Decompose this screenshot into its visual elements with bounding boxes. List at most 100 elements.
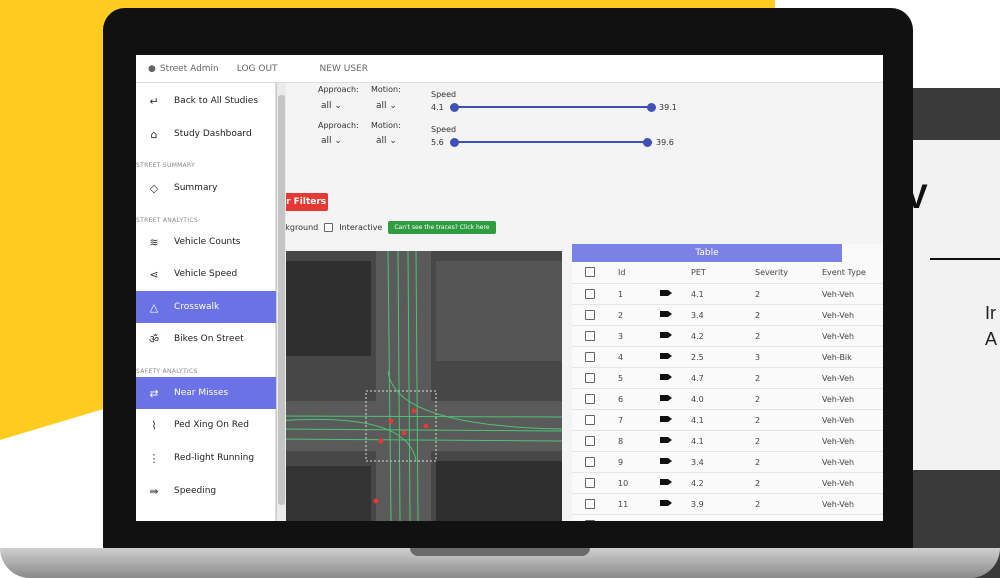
sidebar-item-near-misses[interactable]: ⇄ Near Misses: [136, 377, 276, 409]
video-camera-icon[interactable]: [660, 332, 672, 338]
table-row[interactable]: 6 4.0 2 Veh-Veh: [572, 389, 883, 410]
building-block: [436, 461, 562, 521]
interactive-checkbox[interactable]: [324, 223, 334, 232]
sidebar-item-label: Crosswalk: [174, 302, 220, 312]
sidebar-item-label: Speeding: [174, 486, 217, 496]
table-row[interactable]: 3 4.2 2 Veh-Veh: [572, 326, 883, 347]
table-row[interactable]: 10 4.2 2 Veh-Veh: [572, 473, 883, 494]
sidebar-item-speeding[interactable]: ⇛ Speeding: [136, 475, 276, 507]
motion-select[interactable]: all ⌄: [376, 101, 397, 111]
cell-id: 4: [618, 353, 624, 362]
header-severity: Severity: [755, 268, 789, 277]
cell-event: Veh-Veh: [822, 500, 855, 509]
show-traces-button[interactable]: Can't see the traces? Click here: [388, 221, 496, 234]
video-camera-icon[interactable]: [660, 458, 672, 464]
pulse-icon: ⌇: [151, 418, 157, 432]
speed-min: 5.6: [431, 138, 444, 147]
speed-max: 39.1: [659, 103, 677, 112]
cell-id: 6: [618, 395, 624, 404]
cell-severity: 2: [755, 395, 761, 404]
sidebar-item-label: Ped Xing On Red: [174, 420, 249, 430]
video-camera-icon[interactable]: [660, 479, 672, 485]
row-checkbox[interactable]: [585, 415, 595, 425]
row-checkbox[interactable]: [585, 520, 595, 521]
sidebar-scrollbar[interactable]: [276, 83, 286, 521]
sidebar-item-back[interactable]: ↵ Back to All Studies: [136, 85, 276, 117]
motion-select[interactable]: all ⌄: [376, 136, 397, 146]
speed-label: Speed: [431, 90, 457, 99]
east-west-road: [276, 401, 562, 451]
video-camera-icon[interactable]: [660, 353, 672, 359]
video-camera-icon[interactable]: [660, 500, 672, 506]
row-checkbox[interactable]: [585, 394, 595, 404]
new-user-link[interactable]: NEW USER: [320, 64, 368, 74]
cell-pet: 2.5: [691, 353, 704, 362]
speed-slider-max-handle[interactable]: [643, 137, 652, 147]
table-row[interactable]: 9 3.4 2 Veh-Veh: [572, 452, 883, 473]
side-text-panel: V Ir A: [905, 140, 1000, 470]
display-options: ackground Interactive Can't see the trac…: [276, 221, 496, 234]
bike-icon: ॐ: [148, 332, 160, 346]
side-panel-body-line-2: A: [985, 329, 998, 349]
cell-event: Veh-Veh: [822, 311, 855, 320]
speed-slider-max-handle[interactable]: [647, 102, 656, 112]
video-camera-icon[interactable]: [660, 290, 672, 296]
scrollbar-thumb[interactable]: [278, 95, 285, 505]
table-row[interactable]: 7 4.1 2 Veh-Veh: [572, 410, 883, 431]
sidebar-item-dashboard[interactable]: ⌂ Study Dashboard: [136, 118, 276, 150]
table-row[interactable]: 8 4.1 2 Veh-Veh: [572, 431, 883, 452]
section-safety-analytics: SAFETY ANALYTICS: [136, 368, 198, 375]
speed-slider[interactable]: [452, 141, 648, 143]
conflict-point: [411, 408, 417, 414]
user-menu[interactable]: ● Street Admin: [148, 64, 219, 74]
speed-slider-min-handle[interactable]: [450, 137, 459, 147]
table-row[interactable]: 4 2.5 3 Veh-Bik: [572, 347, 883, 368]
row-checkbox[interactable]: [585, 310, 595, 320]
cell-pet: 3.4: [691, 311, 704, 320]
video-camera-icon[interactable]: [660, 311, 672, 317]
row-checkbox[interactable]: [585, 436, 595, 446]
row-checkbox[interactable]: [585, 289, 595, 299]
side-panel-body: Ir A: [985, 300, 997, 352]
row-checkbox[interactable]: [585, 499, 595, 509]
layers-icon: ≋: [149, 235, 159, 249]
approach-select[interactable]: all ⌄: [321, 136, 342, 146]
building-block: [276, 466, 371, 521]
row-checkbox[interactable]: [585, 352, 595, 362]
approach-select[interactable]: all ⌄: [321, 101, 342, 111]
car-icon: ⇄: [149, 386, 159, 400]
sidebar-item-label: Vehicle Speed: [174, 269, 238, 279]
speed-slider[interactable]: [452, 106, 652, 108]
sidebar-item-redlight[interactable]: ⋮ Red-light Running: [136, 442, 276, 474]
sidebar-item-crosswalk[interactable]: △ Crosswalk: [136, 291, 276, 323]
video-camera-icon[interactable]: [660, 374, 672, 380]
table-row[interactable]: 124.42Veh-Veh: [572, 515, 883, 521]
video-camera-icon[interactable]: [660, 395, 672, 401]
row-checkbox[interactable]: [585, 457, 595, 467]
row-checkbox[interactable]: [585, 373, 595, 383]
table-row[interactable]: 2 3.4 2 Veh-Veh: [572, 305, 883, 326]
cell-id: 5: [618, 374, 624, 383]
speed-slider-min-handle[interactable]: [450, 102, 459, 112]
sidebar-item-vehicle-counts[interactable]: ≋ Vehicle Counts: [136, 226, 276, 258]
sidebar-item-bikes[interactable]: ॐ Bikes On Street: [136, 323, 276, 355]
video-camera-icon[interactable]: [660, 437, 672, 443]
video-camera-icon[interactable]: [660, 416, 672, 422]
select-all-checkbox[interactable]: [585, 267, 595, 277]
person-icon: ●: [148, 63, 156, 74]
table-row[interactable]: 1 4.1 2 Veh-Veh: [572, 284, 883, 305]
intersection-map[interactable]: [276, 251, 562, 521]
table-row[interactable]: 5 4.7 2 Veh-Veh: [572, 368, 883, 389]
logout-link[interactable]: LOG OUT: [237, 64, 278, 74]
sidebar-item-summary[interactable]: ◇ Summary: [136, 172, 276, 204]
sidebar-item-vehicle-speed[interactable]: ⋖ Vehicle Speed: [136, 258, 276, 290]
cell-pet: 4.1: [691, 416, 704, 425]
motion-label: Motion:: [371, 85, 401, 94]
sidebar-item-ped-xing[interactable]: ⌇ Ped Xing On Red: [136, 409, 276, 441]
row-checkbox[interactable]: [585, 478, 595, 488]
table-row[interactable]: 11 3.9 2 Veh-Veh: [572, 494, 883, 515]
cell-pet: 3.4: [691, 458, 704, 467]
row-checkbox[interactable]: [585, 331, 595, 341]
conflict-point: [373, 498, 379, 504]
sidebar-item-label: Back to All Studies: [174, 96, 259, 106]
